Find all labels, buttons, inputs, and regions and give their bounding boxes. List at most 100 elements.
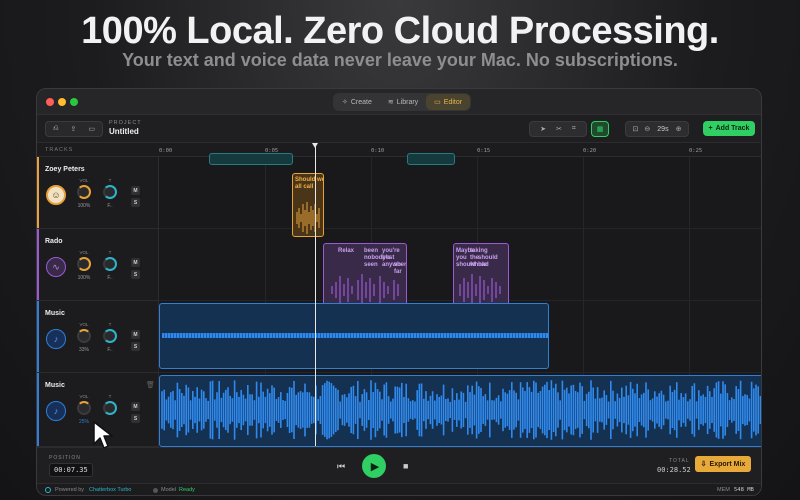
audio-clip[interactable]: Relax been nobody's seen you're best any… [323,243,407,309]
lane-music-2 [159,373,761,447]
lane-zoey: Should we all call [159,157,761,237]
volume-value: 100% [77,203,91,209]
export-label: Export Mix [709,460,746,468]
ruler-tick: 0:20 [583,148,597,154]
tone-knob[interactable] [103,257,117,271]
person-avatar: ☺ [46,185,66,205]
audio-clip[interactable] [159,375,761,447]
new-icon[interactable]: ⎌ [53,125,59,133]
volume-knob[interactable] [77,185,91,199]
title-bar: ✧ Create ≋ Library ▭ Editor [37,89,761,115]
upload-icon[interactable]: ⇪ [71,125,77,133]
add-track-button[interactable]: + Add Track [703,121,755,136]
mute-button[interactable]: M [131,186,140,195]
volume-knob[interactable] [77,257,91,271]
track-header-zoey[interactable]: Zoey Peters ☺ VOL 100% T F.. M S [37,157,159,229]
timeline-canvas[interactable]: Should we all call Relax been nobody's s… [159,153,761,447]
tab-create[interactable]: ✧ Create [334,94,380,110]
vol-label: VOL [79,322,89,327]
zoom-window-button[interactable] [70,98,78,106]
zoom-fit-icon[interactable]: ⊡ [633,125,639,133]
timeline-ruler[interactable]: TRACKS 0:00 0:05 0:10 0:15 0:20 0:25 [37,143,761,157]
waveform-avatar: ∿ [46,257,66,277]
scissors-icon[interactable]: ✂ [556,125,562,133]
ruler-tick: 0:10 [371,148,385,154]
powered-by-name: Chatterbox Turbo [89,487,132,493]
ruler-tick: 0:25 [689,148,703,154]
layers-icon: ≋ [387,99,394,106]
track-name: Music [45,310,65,317]
play-icon: ▶ [370,460,380,473]
audio-clip[interactable]: Should we all call [292,173,324,237]
total-value: 00:28.52 [657,466,691,474]
app-window: ✧ Create ≋ Library ▭ Editor ⎌ ⇪ ▭ PROJEC… [36,88,762,496]
zoom-out-icon[interactable]: ⊖ [644,125,650,133]
waveform [162,333,548,338]
playhead[interactable] [315,145,316,446]
track-name: Music [45,382,65,389]
track-header-rado[interactable]: Rado ∿ VOL 100% T F.. M S [37,229,159,301]
solo-button[interactable]: S [131,198,140,207]
mute-button[interactable]: M [131,330,140,339]
export-icon: ⇩ [700,461,707,468]
solo-button[interactable]: S [131,270,140,279]
volume-knob[interactable] [77,329,91,343]
close-window-button[interactable] [46,98,54,106]
mem-label: MEM [717,487,730,493]
tone-knob[interactable] [103,401,117,415]
export-mix-button[interactable]: ⇩ Export Mix [695,456,751,472]
powered-by-prefix: Powered by [55,487,85,493]
tracks-area: Zoey Peters ☺ VOL 100% T F.. M S Rado ∿ … [37,153,761,447]
solo-button[interactable]: S [131,414,140,423]
vol-label: VOL [79,394,89,399]
clip-text: Should we all call [295,177,324,190]
mute-button[interactable]: M [131,402,140,411]
project-name[interactable]: Untitled [109,127,139,136]
solo-button[interactable]: S [131,342,140,351]
tone-value: F.. [107,275,113,281]
sparkle-icon: ✧ [342,99,348,106]
zoom-level: 29s [657,125,669,133]
stop-icon[interactable]: ■ [403,461,408,471]
minimize-window-button[interactable] [58,98,66,106]
total-label: TOTAL [669,458,690,464]
editor-icon: ▭ [434,99,441,106]
track-color-accent [37,229,39,300]
trash-icon[interactable]: 🗑 [146,381,155,389]
folder-icon[interactable]: ▭ [88,125,95,133]
tone-knob[interactable] [103,329,117,343]
waveform [161,380,761,440]
grid-icon: ▦ [596,126,604,133]
track-color-accent [37,301,39,372]
tab-library[interactable]: ≋ Library [380,94,426,110]
audio-clip[interactable] [159,303,549,369]
t-label: T [108,178,112,183]
volume-value: 100% [77,275,91,281]
crop-icon[interactable]: ⌗ [572,125,576,133]
track-header-music-1[interactable]: Music ♪ VOL 33% T F.. M S [37,301,159,373]
mute-button[interactable]: M [131,258,140,267]
pointer-tool-icon[interactable]: ➤ [540,125,546,133]
t-label: T [108,250,112,255]
mouse-cursor-icon [93,421,113,449]
play-button[interactable]: ▶ [362,454,386,478]
transport-bar: POSITION 00:07.35 ⏮ ▶ ■ TOTAL 00:28.52 ⇩… [37,447,761,483]
tone-knob[interactable] [103,185,117,199]
clip-text: should had [478,255,498,268]
audio-clip[interactable]: Maybe you should taking the whole should… [453,243,509,309]
skip-back-icon[interactable]: ⏮ [337,461,345,472]
status-bar: Powered by Chatterbox Turbo Model Ready … [37,483,761,495]
position-value[interactable]: 00:07.35 [49,463,93,477]
model-status: Ready [179,487,195,493]
ruler-tick: 0:15 [477,148,491,154]
volume-knob[interactable] [77,401,91,415]
track-headers: Zoey Peters ☺ VOL 100% T F.. M S Rado ∿ … [37,157,159,447]
track-name: Rado [45,238,63,245]
snap-grid-button[interactable]: ▦ [591,121,609,137]
clip-text: Relax [338,248,355,254]
zoom-in-icon[interactable]: ⊕ [676,125,682,133]
tab-editor-label: Editor [443,98,463,106]
t-label: T [108,394,112,399]
tab-library-label: Library [396,98,419,106]
tab-editor[interactable]: ▭ Editor [426,94,471,110]
